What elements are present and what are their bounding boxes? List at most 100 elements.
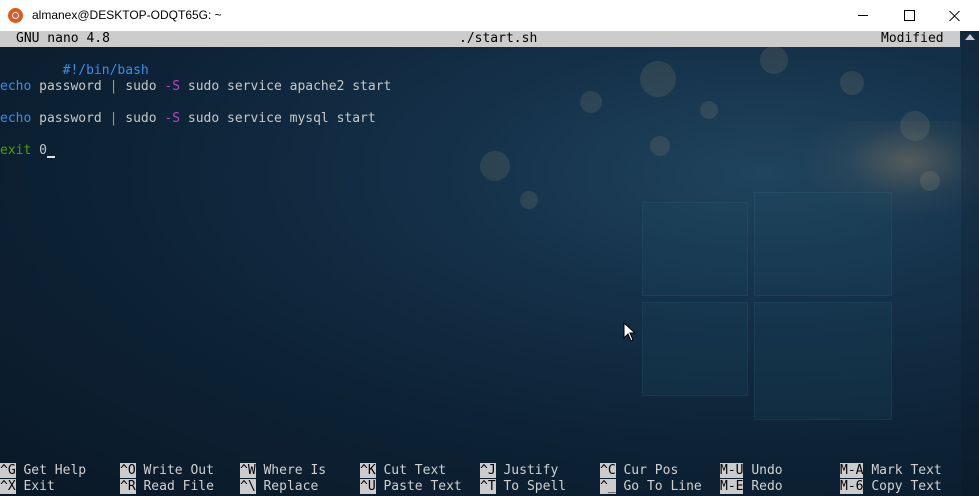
shortcut-key: ^O [120, 463, 136, 478]
keyword-echo: echo [0, 79, 32, 94]
minimize-icon [858, 15, 868, 16]
terminal-window: almanex@DESKTOP-ODQT65G: ~ GNU nano 4.8 … [0, 0, 979, 496]
modified-status: Modified [881, 31, 944, 46]
command-rest: sudo service apache2 start [180, 79, 392, 94]
code-line-3: echo password | sudo -S sudo service apa… [0, 79, 391, 95]
ubuntu-icon[interactable] [8, 8, 23, 23]
maximize-button[interactable] [886, 0, 932, 31]
shebang: #!/bin/bash [62, 63, 149, 78]
shortcut-exit[interactable]: ^X Exit [0, 479, 55, 495]
wallpaper-bokeh [700, 101, 718, 119]
keyword-echo: echo [0, 111, 32, 126]
shortcut-cur-pos[interactable]: ^C Cur Pos [600, 463, 678, 479]
shortcut-get-help[interactable]: ^G Get Help [0, 463, 86, 479]
shortcut-label: Copy Text [871, 479, 942, 494]
shortcut-label: Justify [503, 463, 559, 478]
wallpaper-bokeh [920, 171, 940, 191]
wallpaper-bokeh [520, 191, 538, 209]
shortcut-to-spell[interactable]: ^T To Spell [480, 479, 566, 495]
shortcut-label: Undo [751, 463, 783, 478]
shortcut-paste-text[interactable]: ^U Paste Text [360, 479, 462, 495]
arg-text: password [31, 79, 110, 94]
keyword-exit: exit [0, 143, 32, 158]
shortcut-label: Go To Line [623, 479, 702, 494]
shortcut-undo[interactable]: M-U Undo [720, 463, 783, 479]
text-cursor [46, 156, 55, 158]
wallpaper-bokeh [760, 46, 788, 74]
wallpaper-bokeh [480, 151, 510, 181]
shortcut-mark-text[interactable]: M-A Mark Text [840, 463, 942, 479]
shortcut-cut-text[interactable]: ^K Cut Text [360, 463, 446, 479]
shortcut-key: ^W [240, 463, 256, 478]
shortcut-label: Exit [23, 479, 55, 494]
shortcut-key: ^G [0, 463, 16, 478]
shortcut-key: ^C [600, 463, 616, 478]
scrollbar[interactable] [961, 31, 979, 496]
shortcut-go-to-line[interactable]: ^_ Go To Line [600, 479, 702, 495]
code-line-5: echo password | sudo -S sudo service mys… [0, 111, 376, 127]
shortcut-bar: ^G Get Help ^O Write Out ^W Where Is ^K … [0, 463, 960, 495]
nano-version: GNU nano 4.8 [16, 31, 110, 46]
shortcut-key: M-U [720, 463, 744, 478]
shortcut-where-is[interactable]: ^W Where Is [240, 463, 326, 479]
shortcut-label: Get Help [23, 463, 87, 478]
shortcut-label: Redo [751, 479, 783, 494]
window-title: almanex@DESKTOP-ODQT65G: ~ [32, 8, 222, 22]
shortcut-replace[interactable]: ^\ Replace [240, 479, 318, 495]
shortcut-key: ^J [480, 463, 496, 478]
shortcut-label: Mark Text [871, 463, 942, 478]
shortcut-key: ^R [120, 479, 136, 494]
wallpaper-bokeh [640, 61, 676, 97]
shortcut-key: ^_ [600, 479, 616, 494]
shortcut-key: ^T [480, 479, 496, 494]
shortcut-label: Cut Text [383, 463, 447, 478]
shortcut-label: Write Out [143, 463, 214, 478]
close-icon [949, 10, 961, 22]
sudo-text: sudo [117, 79, 165, 94]
title-bar[interactable]: almanex@DESKTOP-ODQT65G: ~ [0, 0, 979, 31]
scroll-up-arrow-icon[interactable] [965, 34, 975, 40]
logo-pane [642, 302, 748, 396]
terminal-content[interactable]: GNU nano 4.8 ./start.sh Modified #!/bin/… [0, 31, 979, 496]
command-rest: sudo service mysql start [180, 111, 376, 126]
logo-pane [754, 302, 892, 420]
windows-logo-wallpaper [642, 192, 892, 420]
shortcut-key: M-6 [840, 479, 864, 494]
shortcut-label: Replace [263, 479, 319, 494]
shortcut-key: ^\ [240, 479, 256, 494]
shortcut-label: To Spell [503, 479, 567, 494]
shortcut-label: Cur Pos [623, 463, 679, 478]
nano-header-bar: GNU nano 4.8 ./start.sh Modified [0, 31, 960, 47]
logo-pane [642, 202, 748, 296]
logo-pane [754, 192, 892, 296]
close-button[interactable] [932, 0, 978, 31]
shortcut-read-file[interactable]: ^R Read File [120, 479, 214, 495]
exit-code: 0 [31, 143, 47, 158]
shortcut-label: Read File [143, 479, 214, 494]
shortcut-justify[interactable]: ^J Justify [480, 463, 558, 479]
shortcut-redo[interactable]: M-E Redo [720, 479, 783, 495]
shortcut-write-out[interactable]: ^O Write Out [120, 463, 214, 479]
minimize-button[interactable] [840, 0, 886, 31]
flag-text: -S [164, 111, 181, 126]
wallpaper-bokeh [900, 111, 930, 141]
shortcut-label: Paste Text [383, 479, 462, 494]
flag-text: -S [164, 79, 181, 94]
wallpaper-bokeh [580, 91, 602, 113]
arg-text: password [31, 111, 110, 126]
wallpaper-bokeh [650, 136, 670, 156]
code-line-7: exit 0 [0, 143, 55, 159]
shortcut-key: M-E [720, 479, 744, 494]
sudo-text: sudo [117, 111, 165, 126]
file-name: ./start.sh [459, 31, 538, 46]
shortcut-label: Where Is [263, 463, 327, 478]
mouse-pointer-icon [623, 322, 637, 342]
shortcut-key: ^X [0, 479, 16, 494]
shortcut-copy-text[interactable]: M-6 Copy Text [840, 479, 942, 495]
shortcut-key: M-A [840, 463, 864, 478]
shortcut-key: ^K [360, 463, 376, 478]
editor-buffer[interactable]: #!/bin/bash echo password | sudo -S sudo… [0, 47, 391, 158]
code-line-1: #!/bin/bash [0, 47, 149, 78]
maximize-icon [903, 10, 915, 21]
shortcut-key: ^U [360, 479, 376, 494]
